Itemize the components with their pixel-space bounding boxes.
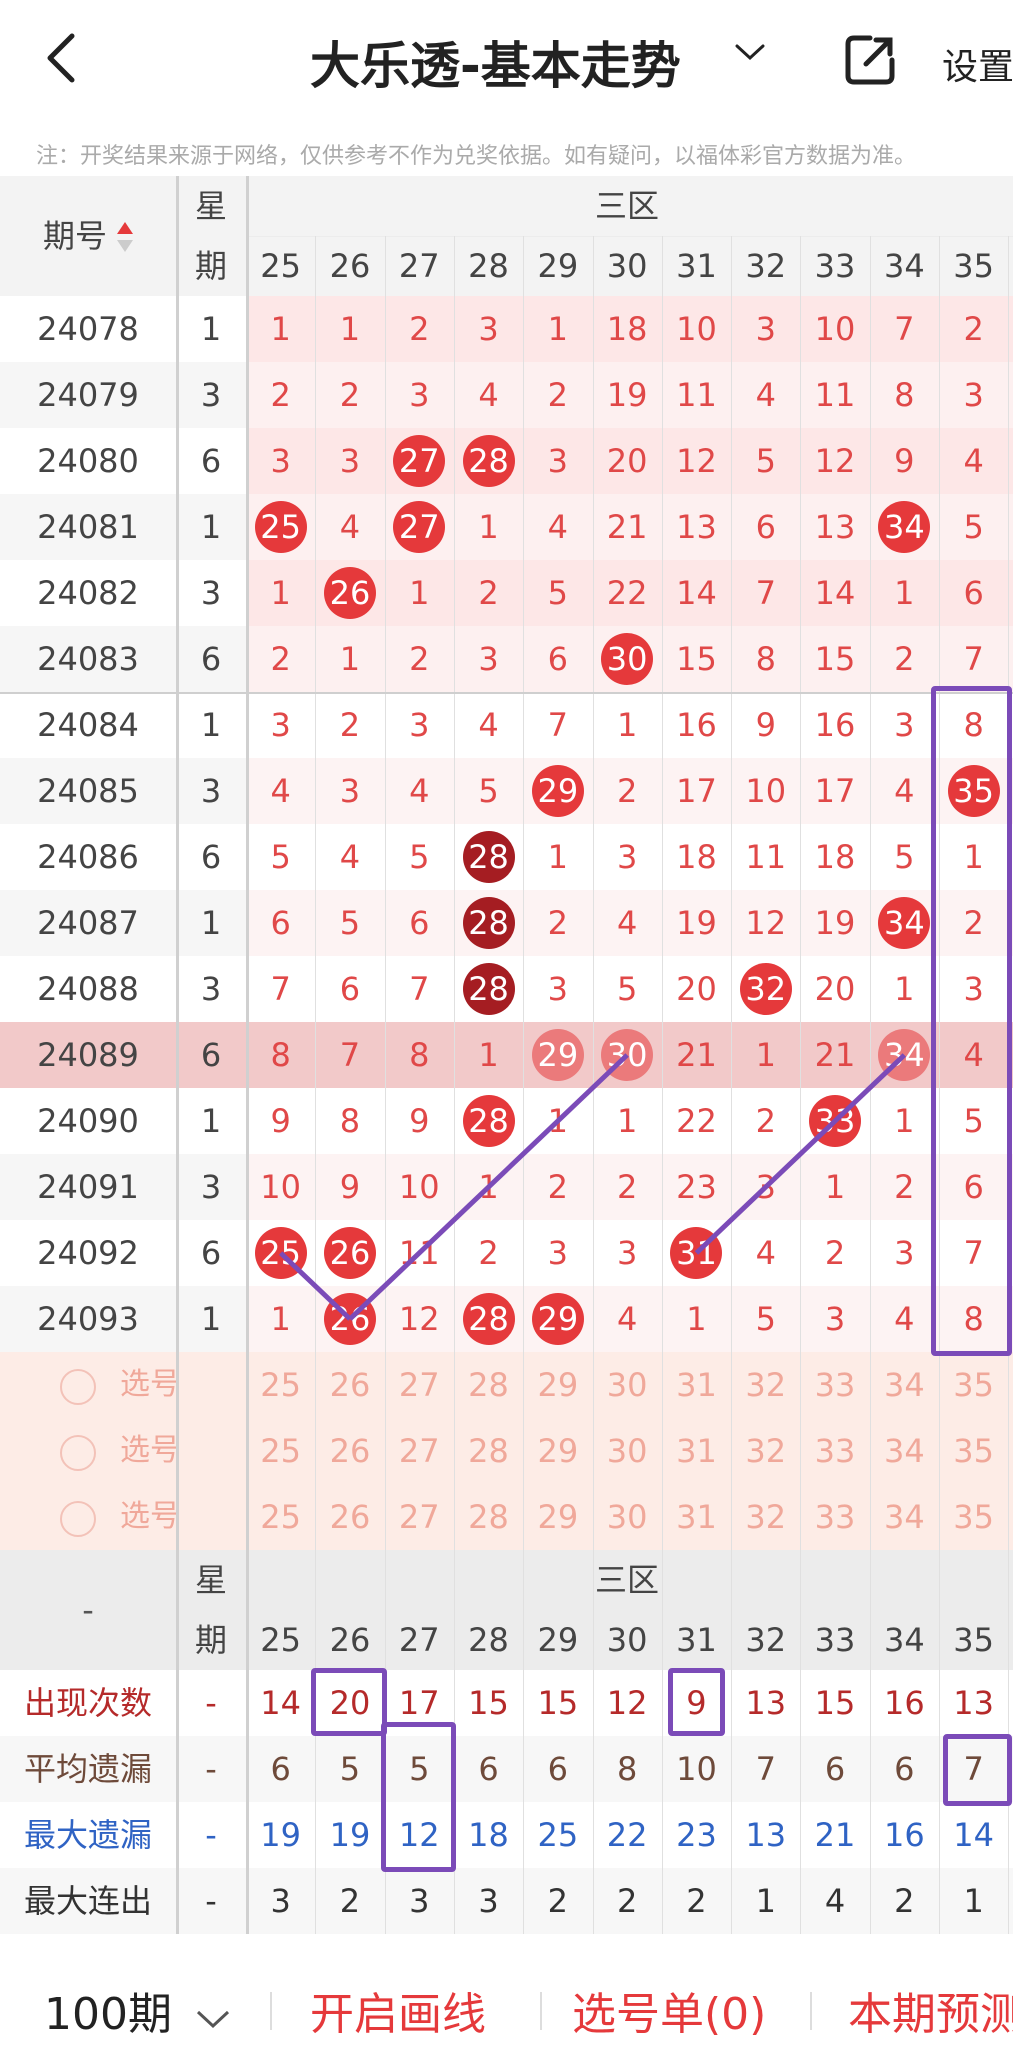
chevron-down-icon bbox=[196, 2010, 230, 2029]
chevron-left-icon bbox=[47, 33, 75, 83]
highlight-box bbox=[380, 1722, 456, 1872]
settings-button[interactable]: 设置 bbox=[942, 38, 1013, 90]
chevron-down-icon bbox=[735, 44, 765, 61]
back-button[interactable] bbox=[42, 28, 82, 92]
trend-lines bbox=[278, 1053, 907, 1321]
share-external-icon bbox=[845, 35, 895, 85]
disclaimer-note: 注：开奖结果来源于网络，仅供参考不作为兑奖依据。如有疑问，以福体彩官方数据为准。 bbox=[36, 144, 917, 169]
share-button[interactable] bbox=[842, 32, 898, 88]
divider bbox=[810, 1992, 812, 2030]
highlight-box bbox=[311, 1668, 387, 1736]
period-label: 100期 bbox=[44, 1989, 172, 2040]
forecast-button[interactable]: 本期预测 bbox=[848, 1978, 1013, 2042]
trend-line bbox=[348, 1053, 629, 1321]
title-dropdown[interactable] bbox=[735, 42, 765, 66]
selection-list-button[interactable]: 选号单(0) bbox=[572, 1978, 766, 2042]
trend-line bbox=[694, 1053, 907, 1255]
period-selector[interactable]: 100期 bbox=[44, 1978, 230, 2042]
divider bbox=[540, 1992, 542, 2030]
divider bbox=[270, 1992, 272, 2030]
bottom-toolbar: 100期 开启画线 选号单(0) 本期预测 bbox=[0, 1940, 1013, 2065]
draw-line-button[interactable]: 开启画线 bbox=[310, 1978, 486, 2042]
highlight-box bbox=[667, 1668, 726, 1736]
trend-table: 期号星期三区 25 26 27 28 29 30 31 32 33 34 35 24078 1 1 1 2 3 1 1… bbox=[0, 176, 1013, 1936]
highlight-box bbox=[931, 686, 1013, 1356]
page-title[interactable]: 大乐透-基本走势 bbox=[310, 26, 681, 98]
highlight-box bbox=[943, 1734, 1013, 1806]
trend-line bbox=[278, 1251, 352, 1321]
app-header: 大乐透-基本走势 设置 bbox=[0, 0, 1013, 120]
